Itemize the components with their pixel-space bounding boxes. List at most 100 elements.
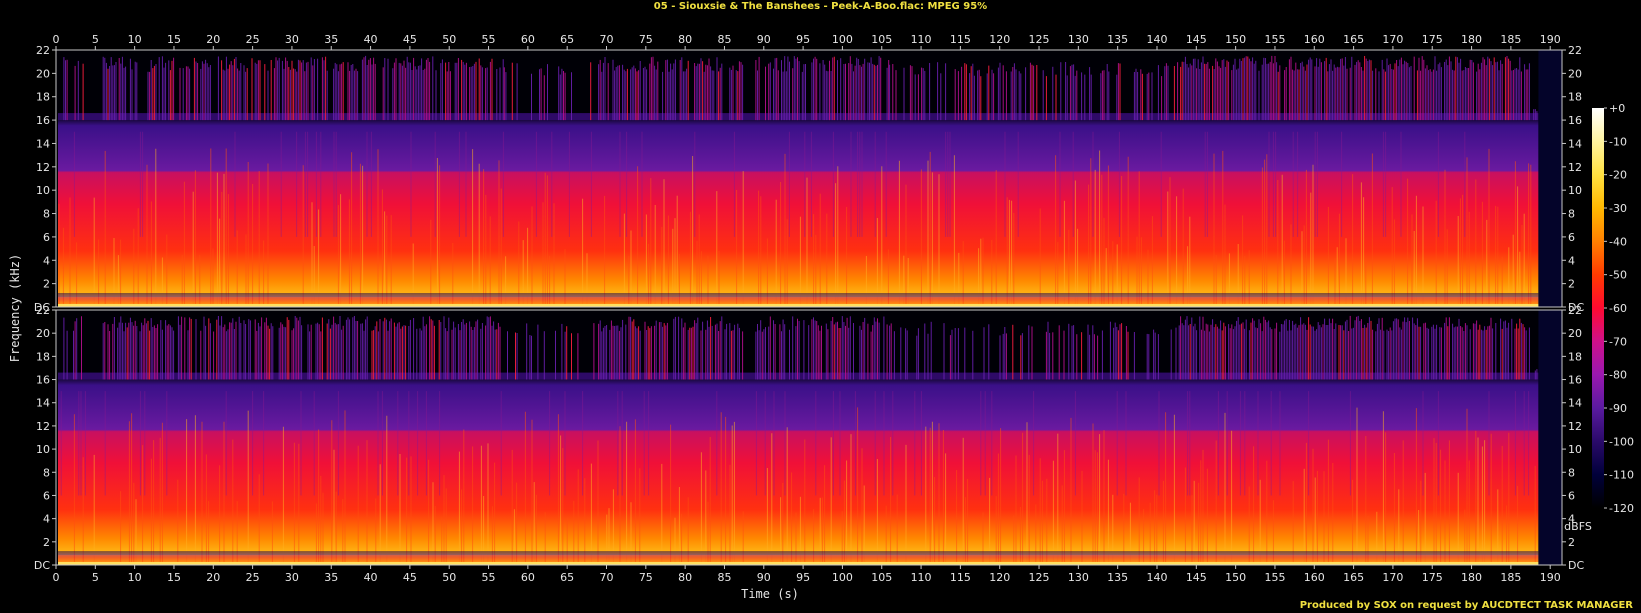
x-tick-label: 70 [599,571,613,584]
x-tick-label: 150 [1225,571,1246,584]
x-tick-label-top: 165 [1343,33,1364,46]
x-tick-label-top: 110 [911,33,932,46]
x-tick-label: 145 [1186,571,1207,584]
x-tick-label-top: 85 [717,33,731,46]
x-tick-label: 25 [246,571,260,584]
y-tick-label-right: 20 [1568,67,1582,80]
spectrogram-chart: DC DC2 24 46 68 810 1012 1214 1416 1618 1820 2022 22… [8,33,1634,601]
x-tick-label: 120 [989,571,1010,584]
x-tick-label-top: 120 [989,33,1010,46]
x-tick-label: 105 [871,571,892,584]
y-axis-title: Frequency (kHz) [8,254,22,362]
x-tick-label: 180 [1461,571,1482,584]
x-tick-label-top: 50 [442,33,456,46]
x-tick-label-top: 35 [324,33,338,46]
y-tick-label: 18 [36,350,50,363]
y-tick-label-right: 22 [1568,304,1582,317]
x-tick-label: 130 [1068,571,1089,584]
x-tick-label-top: 115 [950,33,971,46]
x-tick-label-top: 140 [1146,33,1167,46]
x-tick-label-top: 0 [53,33,60,46]
colorbar-tick-label: -70 [1609,335,1627,348]
y-tick-label: 14 [36,137,50,150]
x-tick-label-top: 65 [560,33,574,46]
x-tick-label: 10 [128,571,142,584]
x-tick-label: 90 [757,571,771,584]
y-tick-label: 8 [43,208,50,221]
y-tick-label: 22 [36,304,50,317]
x-tick-label-top: 90 [757,33,771,46]
y-tick-label-right: 8 [1568,208,1575,221]
y-tick-label-right: 6 [1568,489,1575,502]
y-tick-label-right: 16 [1568,114,1582,127]
x-tick-label-top: 15 [167,33,181,46]
y-tick-label: 6 [43,231,50,244]
x-tick-label: 115 [950,571,971,584]
y-tick-label: 10 [36,184,50,197]
x-tick-label: 160 [1304,571,1325,584]
x-tick-label-top: 105 [871,33,892,46]
x-axis-title: Time (s) [741,587,799,601]
x-tick-label-top: 150 [1225,33,1246,46]
x-tick-label: 95 [796,571,810,584]
x-tick-label-top: 55 [482,33,496,46]
y-tick-label: DC [34,559,50,572]
x-tick-label-top: 30 [285,33,299,46]
x-tick-label: 100 [832,571,853,584]
x-tick-label-top: 20 [206,33,220,46]
y-tick-label-right: 14 [1568,137,1582,150]
x-tick-label: 45 [403,571,417,584]
x-tick-label: 185 [1500,571,1521,584]
colorbar-tick-label: -80 [1609,369,1627,382]
x-tick-label-top: 155 [1264,33,1285,46]
x-tick-label-top: 180 [1461,33,1482,46]
x-tick-label-top: 95 [796,33,810,46]
y-tick-label-right: 16 [1568,374,1582,387]
y-tick-label-right: 12 [1568,161,1582,174]
x-tick-label: 190 [1540,571,1561,584]
x-tick-label: 85 [717,571,731,584]
y-tick-label: 12 [36,420,50,433]
x-tick-label-top: 135 [1107,33,1128,46]
x-tick-label-top: 40 [364,33,378,46]
colorbar-label: dBFS [1564,520,1592,533]
x-tick-label: 75 [639,571,653,584]
colorbar-tick-label: -120 [1609,502,1634,515]
x-tick-label-top: 25 [246,33,260,46]
x-tick-label: 0 [53,571,60,584]
y-tick-label-right: 22 [1568,44,1582,57]
x-tick-label: 80 [678,571,692,584]
y-tick-label-right: 10 [1568,184,1582,197]
x-tick-label-top: 70 [599,33,613,46]
x-tick-label-top: 60 [521,33,535,46]
x-tick-label: 125 [1029,571,1050,584]
colorbar-tick-label: +0 [1609,102,1625,115]
x-tick-label-top: 170 [1382,33,1403,46]
x-tick-label-top: 80 [678,33,692,46]
x-tick-label-top: 160 [1304,33,1325,46]
y-tick-label-right: 8 [1568,466,1575,479]
x-tick-label: 165 [1343,571,1364,584]
x-tick-label-top: 175 [1422,33,1443,46]
y-tick-label: 6 [43,489,50,502]
colorbar-scale [1592,108,1604,508]
y-tick-label: 18 [36,91,50,104]
x-tick-label-top: 190 [1540,33,1561,46]
x-tick-label: 30 [285,571,299,584]
colorbar-tick-label: -40 [1609,235,1627,248]
x-tick-label: 170 [1382,571,1403,584]
x-tick-label-top: 185 [1500,33,1521,46]
x-tick-label-top: 130 [1068,33,1089,46]
y-tick-label-right: 10 [1568,443,1582,456]
x-tick-label-top: 100 [832,33,853,46]
x-tick-label: 20 [206,571,220,584]
y-tick-label: 4 [43,513,50,526]
y-tick-label-right: 4 [1568,254,1575,267]
x-tick-label: 35 [324,571,338,584]
colorbar: +0 -10 -20 -30 -40 -50 -60 -70 -80 -90 -100 -110 -12… [1592,102,1634,515]
x-tick-label-top: 145 [1186,33,1207,46]
x-tick-label-top: 45 [403,33,417,46]
x-tick-label-top: 75 [639,33,653,46]
colorbar-tick-label: -50 [1609,269,1627,282]
y-tick-label: 4 [43,254,50,267]
